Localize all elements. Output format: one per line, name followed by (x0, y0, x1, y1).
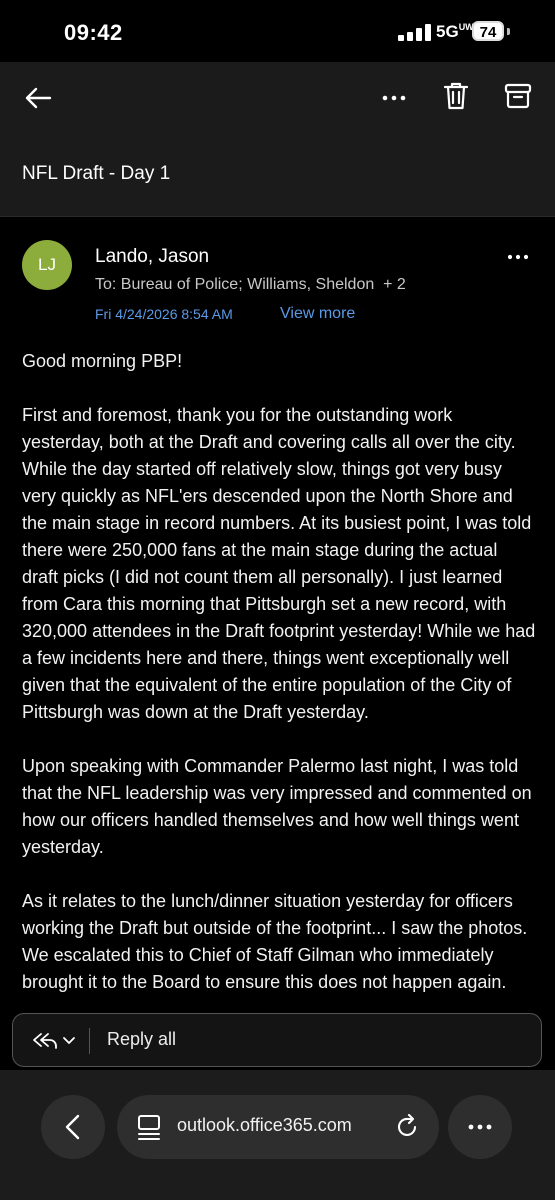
reply-bar: Reply all (12, 1013, 542, 1067)
sent-date: Fri 4/24/2026 8:54 AM (95, 306, 233, 322)
back-arrow-icon (25, 87, 52, 109)
reply-all-input[interactable]: Reply all (107, 1029, 176, 1050)
recipients-line[interactable]: To: Bureau of Police; Williams, Sheldon … (95, 276, 406, 294)
avatar[interactable]: LJ (22, 240, 72, 290)
reader-mode-icon[interactable] (137, 1114, 161, 1140)
chevron-down-icon (63, 1037, 75, 1044)
archive-button[interactable] (496, 74, 540, 118)
sender-name[interactable]: Lando, Jason (95, 246, 209, 268)
network-type: 5GUW (436, 22, 474, 41)
view-more-link[interactable]: View more (280, 305, 355, 323)
more-horizontal-icon (468, 1124, 492, 1130)
email-subject: NFL Draft - Day 1 (22, 163, 171, 184)
browser-toolbar: outlook.office365.com (0, 1070, 555, 1200)
more-horizontal-icon (382, 95, 406, 101)
battery-icon: 74 (472, 21, 504, 41)
reply-type-button[interactable] (23, 1022, 83, 1058)
browser-menu-button[interactable] (448, 1095, 512, 1159)
email-body: Good morning PBP! First and foremost, th… (22, 348, 537, 1017)
reply-all-icon (33, 1033, 57, 1049)
app-bar (0, 62, 555, 134)
status-time: 09:42 (64, 20, 123, 45)
status-bar: 09:42 5GUW 74 (0, 0, 555, 62)
trash-icon (443, 82, 469, 110)
address-bar[interactable]: outlook.office365.com (117, 1095, 439, 1159)
body-paragraph: First and foremost, thank you for the ou… (22, 405, 536, 722)
body-paragraph: Good morning PBP! (22, 351, 183, 371)
chevron-left-icon (65, 1114, 80, 1140)
archive-icon (504, 83, 532, 109)
reload-icon[interactable] (396, 1114, 420, 1140)
divider (89, 1028, 90, 1054)
browser-back-button[interactable] (41, 1095, 105, 1159)
message-options-button[interactable] (496, 237, 540, 277)
signal-icon (398, 24, 431, 41)
message-content[interactable]: LJ Lando, Jason To: Bureau of Police; Wi… (0, 217, 555, 1017)
body-paragraph: As it relates to the lunch/dinner situat… (22, 891, 528, 992)
back-button[interactable] (16, 76, 60, 120)
battery-tip (507, 28, 510, 35)
more-horizontal-icon (507, 254, 529, 260)
subject-bar: NFL Draft - Day 1 (0, 134, 555, 217)
body-paragraph: Upon speaking with Commander Palermo las… (22, 756, 532, 857)
delete-button[interactable] (434, 74, 478, 118)
url-text: outlook.office365.com (177, 1115, 352, 1135)
extra-recipients-count: + 2 (383, 276, 406, 293)
more-options-button[interactable] (372, 76, 416, 120)
recipients: To: Bureau of Police; Williams, Sheldon (95, 276, 375, 293)
